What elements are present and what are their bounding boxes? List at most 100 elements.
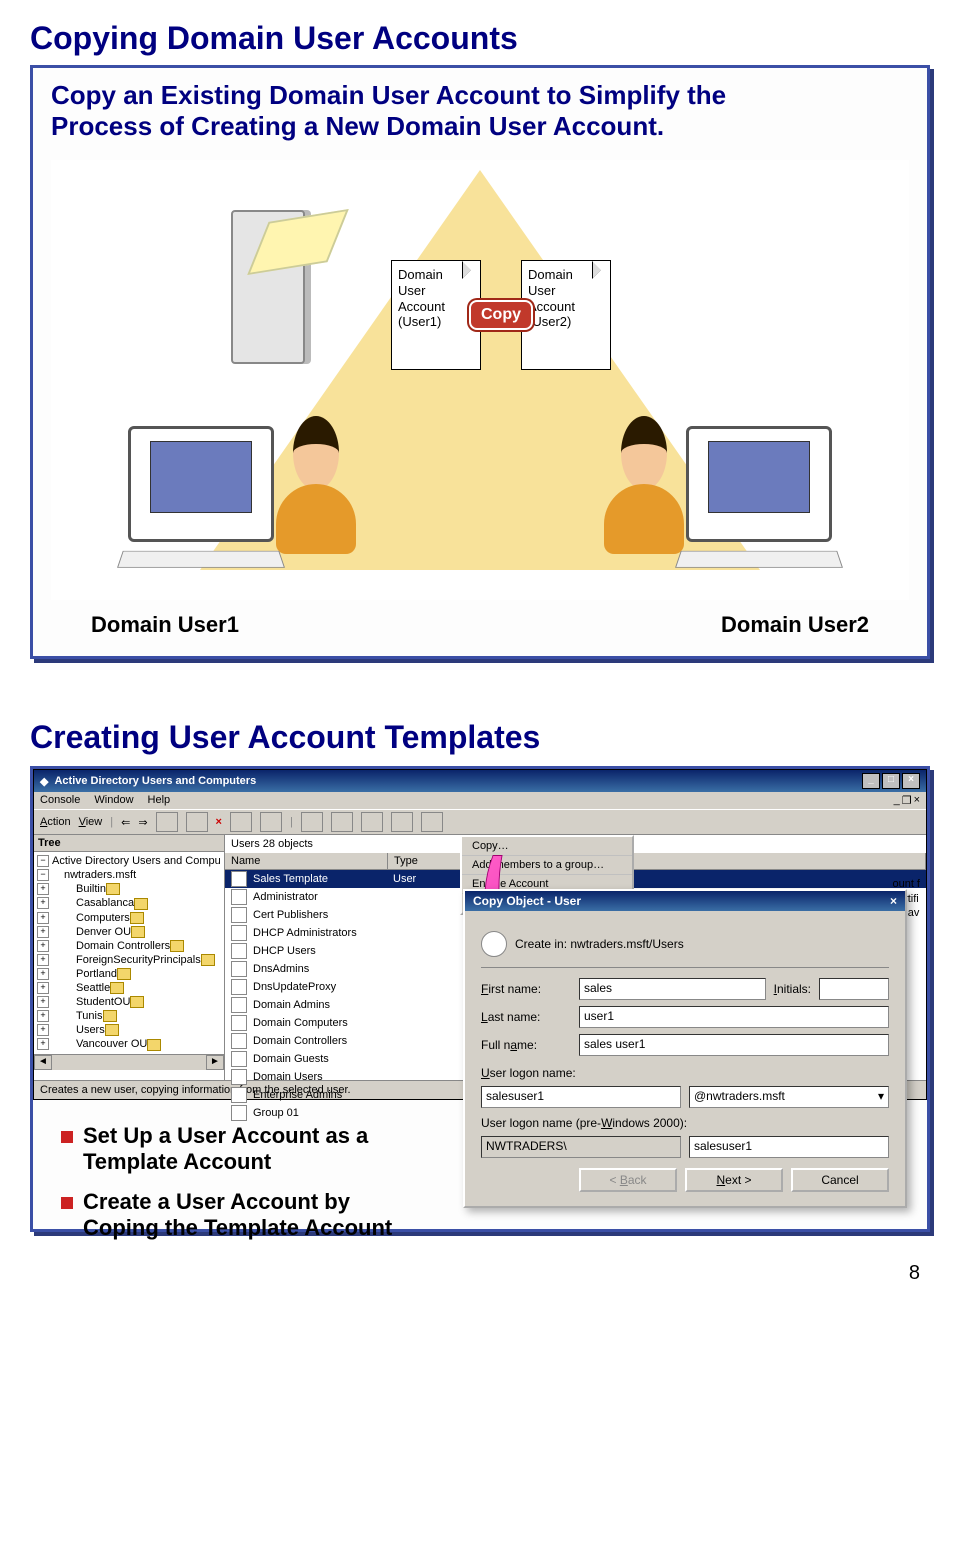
- dialog-title: Copy Object - User: [473, 894, 581, 908]
- server-icon: [231, 210, 321, 360]
- tree-domain[interactable]: nwtraders.msft: [34, 868, 224, 882]
- maximize-button[interactable]: □: [882, 773, 900, 789]
- nav-back-icon[interactable]: ⇐: [121, 816, 130, 829]
- toolbar-btn-9[interactable]: [421, 812, 443, 832]
- child-close-icon[interactable]: ×: [914, 794, 920, 807]
- monitor-icon: [686, 426, 832, 542]
- full-name-label: Full name:: [481, 1038, 571, 1052]
- document-pair: Domain User Account (User1) Copy Domain …: [391, 260, 611, 370]
- child-restore-icon[interactable]: ❐: [902, 794, 912, 807]
- toolbar-btn-3[interactable]: [230, 812, 252, 832]
- toolbar-view[interactable]: View: [79, 816, 103, 828]
- minimize-button[interactable]: _: [862, 773, 880, 789]
- doc2-line2: User: [528, 283, 604, 299]
- object-icon: [231, 889, 247, 905]
- user-icon: [231, 871, 247, 887]
- object-icon: [231, 1033, 247, 1049]
- section-title-2: Creating User Account Templates: [30, 719, 930, 756]
- menu-console[interactable]: Console: [40, 794, 80, 807]
- tree-item[interactable]: Vancouver OU: [34, 1037, 224, 1051]
- next-button[interactable]: Next >: [685, 1168, 783, 1192]
- doc1-line1: Domain: [398, 267, 474, 283]
- doc2-line3: Account: [528, 299, 604, 315]
- close-button[interactable]: ×: [902, 773, 920, 789]
- menu-window[interactable]: Window: [94, 794, 133, 807]
- first-name-label: First name:: [481, 982, 571, 996]
- object-icon: [231, 907, 247, 923]
- tree-item[interactable]: Casablanca: [34, 896, 224, 910]
- toolbar-btn-1[interactable]: [156, 812, 178, 832]
- dialog-close-button[interactable]: ×: [890, 894, 897, 908]
- cancel-button[interactable]: Cancel: [791, 1168, 889, 1192]
- tree-pane: Tree Active Directory Users and Compunwt…: [34, 835, 225, 1080]
- ctx-copy[interactable]: Copy…: [462, 837, 632, 856]
- logon-name-label: User logon name:: [481, 1066, 889, 1080]
- window-title: Active Directory Users and Computers: [54, 775, 256, 787]
- tree-root[interactable]: Active Directory Users and Compu: [34, 854, 224, 868]
- toolbar-action[interactable]: Action: [40, 816, 71, 828]
- child-min-icon[interactable]: _: [894, 794, 900, 807]
- subtitle-line2: Process of Creating a New Domain User Ac…: [51, 111, 664, 141]
- bullet2-line2: Coping the Template Account: [83, 1215, 392, 1240]
- full-name-field[interactable]: sales user1: [579, 1034, 889, 1056]
- logon-domain-selector[interactable]: @nwtraders.msft ▾: [689, 1086, 889, 1108]
- section-title-1: Copying Domain User Accounts: [30, 20, 930, 57]
- copy-diagram: Domain User Account (User1) Copy Domain …: [51, 160, 909, 600]
- workstation-right: [609, 426, 909, 570]
- doc2-line4: (User2): [528, 314, 604, 330]
- tree-header: Tree: [34, 835, 224, 852]
- doc-user1: Domain User Account (User1): [391, 260, 481, 370]
- bullet-2: Create a User Account byCoping the Templ…: [61, 1189, 441, 1241]
- tree-item[interactable]: Seattle: [34, 981, 224, 995]
- doc1-line3: Account: [398, 299, 474, 315]
- ctx-add-members[interactable]: Add members to a group…: [462, 856, 632, 875]
- doc1-line4: (User1): [398, 314, 474, 330]
- toolbar-btn-5[interactable]: [301, 812, 323, 832]
- toolbar-btn-6[interactable]: [331, 812, 353, 832]
- toolbar-btn-8[interactable]: [391, 812, 413, 832]
- subtitle-line1: Copy an Existing Domain User Account to …: [51, 80, 726, 110]
- pre2k-user-field[interactable]: salesuser1: [689, 1136, 889, 1158]
- tree-scrollbar[interactable]: ◄►: [34, 1054, 224, 1070]
- bullet-icon: [61, 1197, 73, 1209]
- label-domain-user1: Domain User1: [91, 612, 239, 638]
- object-icon: [231, 943, 247, 959]
- initials-field[interactable]: [819, 978, 889, 1000]
- tree-item[interactable]: Denver OU: [34, 925, 224, 939]
- menubar: Console Window Help _ ❐ ×: [34, 792, 926, 809]
- toolbar-btn-4[interactable]: [260, 812, 282, 832]
- logon-name-field[interactable]: salesuser1: [481, 1086, 681, 1108]
- object-icon: [231, 1087, 247, 1103]
- panel-1: Copy an Existing Domain User Account to …: [30, 65, 930, 659]
- menu-help[interactable]: Help: [148, 794, 171, 807]
- user-head-icon: [481, 931, 507, 957]
- tree-item[interactable]: Computers: [34, 911, 224, 925]
- object-icon: [231, 1051, 247, 1067]
- tree-item[interactable]: Builtin: [34, 882, 224, 896]
- nav-forward-icon[interactable]: ⇒: [138, 816, 147, 829]
- tree-item[interactable]: ForeignSecurityPrincipals: [34, 953, 224, 967]
- logon-domain-value: @nwtraders.msft: [694, 1089, 785, 1105]
- tree-item[interactable]: Portland: [34, 967, 224, 981]
- first-name-field[interactable]: sales: [579, 978, 766, 1000]
- person-right-icon: [599, 416, 689, 554]
- col-name[interactable]: Name: [225, 853, 388, 869]
- create-in-label: Create in: nwtraders.msft/Users: [515, 937, 684, 951]
- tree-item[interactable]: StudentOU: [34, 995, 224, 1009]
- tree-item[interactable]: Users: [34, 1023, 224, 1037]
- label-domain-user2: Domain User2: [721, 612, 869, 638]
- toolbar-btn-2[interactable]: [186, 812, 208, 832]
- keyboard-icon: [675, 551, 843, 568]
- toolbar-btn-7[interactable]: [361, 812, 383, 832]
- bullet1-line2: Template Account: [83, 1149, 271, 1174]
- last-name-field[interactable]: user1: [579, 1006, 889, 1028]
- object-icon: [231, 979, 247, 995]
- bullet1-line1: Set Up a User Account as a: [83, 1123, 368, 1148]
- object-icon: [231, 997, 247, 1013]
- copy-badge: Copy: [469, 300, 533, 330]
- tree-item[interactable]: Tunis: [34, 1009, 224, 1023]
- panel-2: ◆ Active Directory Users and Computers _…: [30, 766, 930, 1232]
- bullet-icon: [61, 1131, 73, 1143]
- delete-icon[interactable]: ×: [216, 816, 222, 828]
- tree-item[interactable]: Domain Controllers: [34, 939, 224, 953]
